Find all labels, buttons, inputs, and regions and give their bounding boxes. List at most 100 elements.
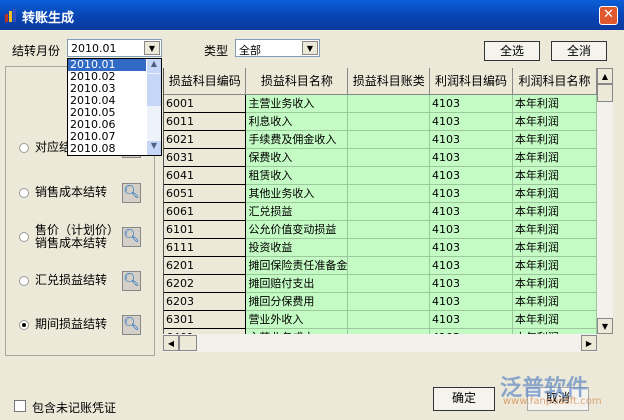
- table-cell[interactable]: 4103: [429, 166, 513, 185]
- table-cell[interactable]: 6001: [164, 94, 247, 113]
- column-header[interactable]: 损益科目编码: [164, 68, 247, 95]
- table-row[interactable]: 6041 租赁收入 4103 本年利润: [164, 166, 597, 185]
- table-cell[interactable]: 主营业务收入: [245, 94, 349, 113]
- table-cell[interactable]: 本年利润: [512, 184, 597, 203]
- search-icon[interactable]: 🔍︎: [122, 227, 141, 247]
- table-cell[interactable]: [347, 238, 431, 257]
- table-cell[interactable]: [347, 94, 431, 113]
- table-cell[interactable]: 本年利润: [512, 112, 597, 131]
- month-select[interactable]: 2010.01 ▼: [67, 39, 162, 57]
- chevron-down-icon[interactable]: ▼: [302, 41, 318, 55]
- table-cell[interactable]: 手续费及佣金收入: [245, 130, 349, 149]
- scroll-left-icon[interactable]: ◀: [163, 335, 179, 351]
- option-radio[interactable]: [19, 276, 29, 286]
- table-cell[interactable]: 4103: [429, 148, 513, 167]
- table-cell[interactable]: [347, 148, 431, 167]
- table-row[interactable]: 6061 汇兑损益 4103 本年利润: [164, 202, 597, 221]
- scroll-down-icon[interactable]: ▼: [147, 141, 161, 155]
- table-cell[interactable]: 4103: [429, 130, 513, 149]
- column-header[interactable]: 利润科目名称: [512, 68, 597, 95]
- scroll-up-icon[interactable]: ▲: [597, 68, 613, 84]
- table-cell[interactable]: 本年利润: [512, 310, 597, 329]
- table-row[interactable]: 6101 公允价值变动损益 4103 本年利润: [164, 220, 597, 239]
- table-cell[interactable]: 6051: [164, 184, 247, 203]
- scroll-up-icon[interactable]: ▲: [147, 59, 161, 73]
- table-cell[interactable]: 4103: [429, 310, 513, 329]
- table-cell[interactable]: 4103: [429, 274, 513, 293]
- table-cell[interactable]: 本年利润: [512, 274, 597, 293]
- month-dropdown-list[interactable]: 2010.01 2010.02 2010.03 2010.04 2010.05 2010.…: [67, 58, 162, 156]
- table-cell[interactable]: 6101: [164, 220, 247, 239]
- scroll-thumb[interactable]: [179, 335, 197, 351]
- table-cell[interactable]: 投资收益: [245, 238, 349, 257]
- table-cell[interactable]: 本年利润: [512, 166, 597, 185]
- table-cell[interactable]: [347, 292, 431, 311]
- table-cell[interactable]: [347, 256, 431, 275]
- table-row[interactable]: 6203 摊回分保费用 4103 本年利润: [164, 292, 597, 311]
- table-cell[interactable]: 6031: [164, 148, 247, 167]
- table-cell[interactable]: 摊回赔付支出: [245, 274, 349, 293]
- ok-button[interactable]: 确定: [433, 387, 495, 411]
- option-radio[interactable]: [19, 143, 29, 153]
- column-header[interactable]: 损益科目名称: [245, 68, 349, 95]
- table-cell[interactable]: [347, 166, 431, 185]
- scroll-right-icon[interactable]: ▶: [581, 335, 597, 351]
- search-icon[interactable]: 🔍︎: [122, 271, 141, 291]
- table-cell[interactable]: 本年利润: [512, 130, 597, 149]
- table-row[interactable]: 6301 营业外收入 4103 本年利润: [164, 310, 597, 329]
- table-cell[interactable]: 利息收入: [245, 112, 349, 131]
- close-button[interactable]: ✕: [599, 6, 618, 25]
- table-row[interactable]: 6202 摊回赔付支出 4103 本年利润: [164, 274, 597, 293]
- table-cell[interactable]: 营业外收入: [245, 310, 349, 329]
- column-header[interactable]: 损益科目账类: [347, 68, 431, 95]
- table-cell[interactable]: 6111: [164, 238, 247, 257]
- table-cell[interactable]: 本年利润: [512, 148, 597, 167]
- table-cell[interactable]: 4103: [429, 184, 513, 203]
- type-select[interactable]: 全部 ▼: [235, 39, 320, 57]
- scroll-thumb[interactable]: [147, 74, 161, 106]
- select-all-button[interactable]: 全选: [484, 41, 540, 61]
- clear-all-button[interactable]: 全消: [551, 41, 607, 61]
- table-cell[interactable]: [347, 310, 431, 329]
- table-cell[interactable]: 保费收入: [245, 148, 349, 167]
- table-cell[interactable]: 公允价值变动损益: [245, 220, 349, 239]
- table-cell[interactable]: [347, 184, 431, 203]
- table-cell[interactable]: 4103: [429, 94, 513, 113]
- scroll-thumb[interactable]: [597, 84, 613, 102]
- table-cell[interactable]: 6201: [164, 256, 247, 275]
- table-row[interactable]: 6051 其他业务收入 4103 本年利润: [164, 184, 597, 203]
- table-cell[interactable]: 4103: [429, 256, 513, 275]
- table-cell[interactable]: 本年利润: [512, 292, 597, 311]
- table-cell[interactable]: 6203: [164, 292, 247, 311]
- table-cell[interactable]: 本年利润: [512, 220, 597, 239]
- table-cell[interactable]: 4103: [429, 220, 513, 239]
- table-cell[interactable]: 4103: [429, 112, 513, 131]
- table-cell[interactable]: 4103: [429, 202, 513, 221]
- table-row[interactable]: 6201 摊回保险责任准备金 4103 本年利润: [164, 256, 597, 275]
- option-radio[interactable]: [19, 232, 29, 242]
- table-cell[interactable]: 其他业务收入: [245, 184, 349, 203]
- table-cell[interactable]: 本年利润: [512, 238, 597, 257]
- table-row[interactable]: 6111 投资收益 4103 本年利润: [164, 238, 597, 257]
- table-cell[interactable]: [347, 202, 431, 221]
- transfer-table[interactable]: 损益科目编码 损益科目名称 损益科目账类 利润科目编码 利润科目名称 6001 主营业务收入…: [163, 68, 597, 334]
- table-cell[interactable]: 摊回分保费用: [245, 292, 349, 311]
- include-unposted-checkbox[interactable]: [14, 400, 26, 412]
- table-cell[interactable]: 本年利润: [512, 256, 597, 275]
- option-radio[interactable]: [19, 320, 29, 330]
- search-icon[interactable]: 🔍︎: [122, 183, 141, 203]
- table-row[interactable]: 6031 保费收入 4103 本年利润: [164, 148, 597, 167]
- vertical-scrollbar[interactable]: ▲ ▼: [597, 68, 613, 334]
- table-cell[interactable]: 6301: [164, 310, 247, 329]
- table-cell[interactable]: [347, 220, 431, 239]
- table-cell[interactable]: 6021: [164, 130, 247, 149]
- dropdown-scrollbar[interactable]: ▲ ▼: [147, 59, 161, 155]
- table-cell[interactable]: [347, 112, 431, 131]
- horizontal-scrollbar[interactable]: ◀ ▶: [163, 334, 597, 352]
- table-cell[interactable]: [347, 274, 431, 293]
- option-radio[interactable]: [19, 188, 29, 198]
- table-cell[interactable]: 4103: [429, 292, 513, 311]
- table-cell[interactable]: 摊回保险责任准备金: [245, 256, 349, 275]
- table-cell[interactable]: 本年利润: [512, 202, 597, 221]
- month-option[interactable]: 2010.08: [68, 143, 146, 155]
